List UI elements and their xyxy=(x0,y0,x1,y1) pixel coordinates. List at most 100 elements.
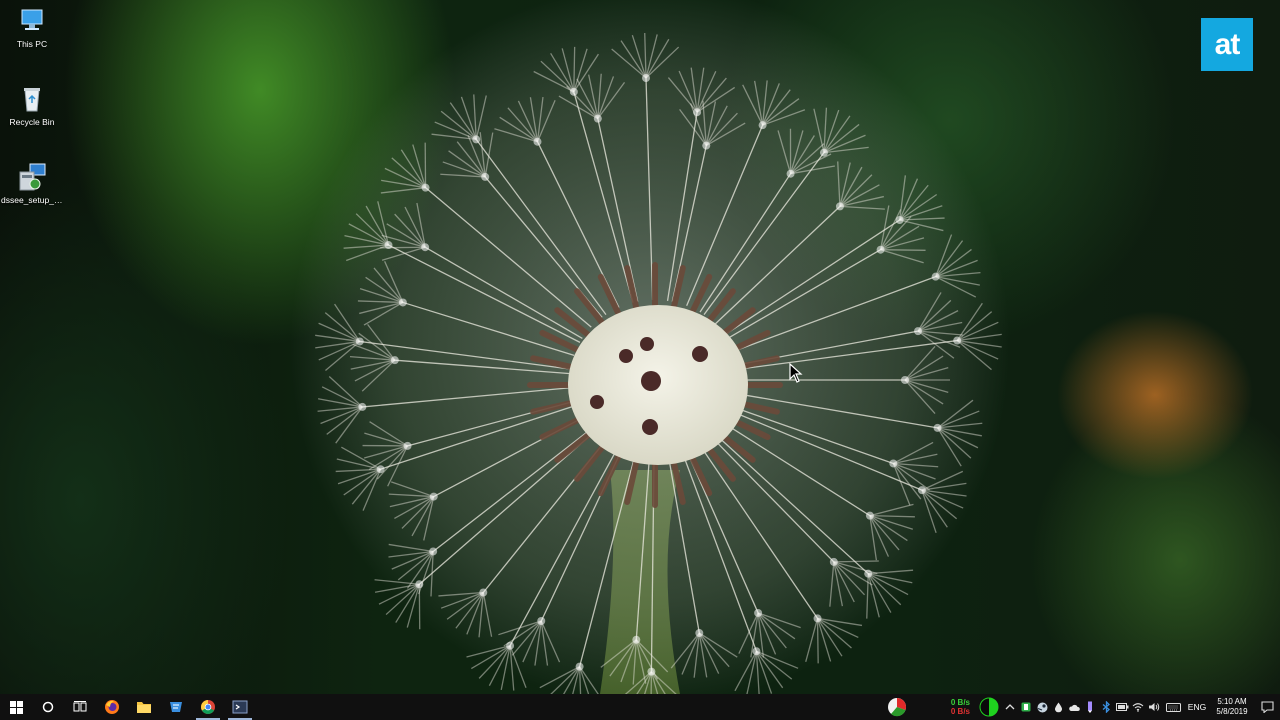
input-language[interactable]: ENG xyxy=(1184,702,1210,712)
tray-app-green[interactable] xyxy=(1018,694,1034,720)
desktop-icon-installer[interactable]: dssee_setup_x6... xyxy=(0,162,64,206)
dandelion-pappus-tuft xyxy=(758,121,767,130)
desktop-icon-label: dssee_setup_x6... xyxy=(1,195,64,205)
stylus-icon xyxy=(1088,701,1092,713)
desktop-icon-this-pc[interactable]: This PC xyxy=(0,6,64,50)
dandelion-pappus-tuft xyxy=(632,635,641,644)
dandelion-pappus-tuft xyxy=(421,183,430,192)
task-view-button[interactable] xyxy=(64,694,96,720)
blue-app-icon xyxy=(170,702,182,712)
taskbar: 0 B/s 0 B/s ENG 5:10 AM 5/8/2019 xyxy=(0,694,1280,720)
tray-cloud[interactable] xyxy=(1066,694,1082,720)
installer-icon xyxy=(17,162,47,192)
taskbar-app-terminal[interactable] xyxy=(224,694,256,720)
dandelion-pappus-tuft xyxy=(472,135,481,144)
brand-logo: at xyxy=(1201,18,1253,71)
start-button[interactable] xyxy=(0,694,32,720)
dandelion-pappus-tuft xyxy=(569,87,578,96)
dandelion-pappus-tuft xyxy=(575,662,584,671)
tray-drop[interactable] xyxy=(1050,694,1066,720)
taskbar-app-firefox[interactable] xyxy=(96,694,128,720)
tray-battery[interactable] xyxy=(1114,694,1130,720)
wifi-icon xyxy=(1132,703,1144,712)
dandelion-pappus-tuft xyxy=(889,459,898,468)
tray-bluetooth[interactable] xyxy=(1098,694,1114,720)
dandelion-pappus-tuft xyxy=(384,241,393,250)
system-tray: 0 B/s 0 B/s ENG 5:10 AM 5/8/2019 xyxy=(882,694,1280,720)
dandelion-pappus-filament xyxy=(573,46,576,92)
keyboard-icon xyxy=(1165,702,1181,712)
dandelion-pappus-tuft xyxy=(914,327,923,336)
taskbar-app-blue[interactable] xyxy=(160,694,192,720)
dandelion-pappus-tuft xyxy=(933,423,942,432)
dandelion-pappus-tuft xyxy=(813,614,822,623)
dandelion-pappus-tuft xyxy=(693,108,702,117)
dandelion-pappus-tuft xyxy=(953,336,962,345)
windows-logo-icon xyxy=(9,700,23,714)
mouse-cursor-icon xyxy=(789,363,803,383)
dandelion-pappus-tuft xyxy=(358,402,367,411)
dandelion-pappus-tuft xyxy=(752,647,761,656)
firefox-icon xyxy=(105,700,119,714)
dandelion-pappus-filament xyxy=(880,249,926,251)
dandelion-pappus-tuft xyxy=(819,148,828,157)
memory-monitor-tray[interactable] xyxy=(976,694,1002,720)
folder-icon xyxy=(137,702,151,713)
green-app-icon xyxy=(1021,702,1031,712)
dandelion-pappus-tuft xyxy=(901,376,909,384)
dandelion-pappus-tuft xyxy=(829,557,838,566)
dandelion-pappus-tuft xyxy=(642,74,651,83)
dandelion-pappus-tuft xyxy=(917,486,926,495)
clock-date: 5/8/2019 xyxy=(1216,707,1248,716)
chrome-icon xyxy=(201,700,215,714)
tray-touch-keyboard[interactable] xyxy=(1162,694,1184,720)
dandelion-wallpaper-image xyxy=(290,0,1010,694)
pie-gauge-icon xyxy=(888,698,907,717)
dandelion-pappus-tuft xyxy=(865,511,874,520)
desktop-icon-label: Recycle Bin xyxy=(9,117,55,127)
notification-icon xyxy=(1260,701,1274,713)
bluetooth-icon xyxy=(1102,701,1110,713)
chevron-up-icon xyxy=(1005,704,1015,710)
taskbar-app-file-explorer[interactable] xyxy=(128,694,160,720)
taskbar-app-chrome[interactable] xyxy=(192,694,224,720)
tray-wifi[interactable] xyxy=(1130,694,1146,720)
terminal-icon xyxy=(232,700,248,714)
dandelion-pappus-tuft xyxy=(537,616,546,625)
cortana-circle-icon xyxy=(42,701,54,713)
dandelion-pappus-tuft xyxy=(754,608,763,617)
download-speed: 0 B/s xyxy=(950,707,970,716)
droplet-icon xyxy=(1054,702,1062,712)
tray-pen[interactable] xyxy=(1082,694,1098,720)
clock-time: 5:10 AM xyxy=(1217,697,1247,706)
action-center-button[interactable] xyxy=(1254,694,1280,720)
steam-icon xyxy=(1037,702,1047,712)
dandelion-pappus-tuft xyxy=(593,114,602,123)
show-hidden-icons-button[interactable] xyxy=(1002,694,1018,720)
dandelion-pappus-tuft xyxy=(421,243,430,252)
dandelion-pappus-tuft xyxy=(864,569,873,578)
dandelion-pappus-filament xyxy=(816,618,819,664)
dandelion-pappus-tuft xyxy=(835,202,844,211)
cpu-monitor-tray[interactable] xyxy=(882,694,912,720)
recycle-bin-icon xyxy=(17,84,47,114)
tray-volume[interactable] xyxy=(1146,694,1162,720)
dandelion-pappus-tuft xyxy=(695,629,704,638)
dandelion-pappus-tuft xyxy=(403,441,412,450)
dandelion-pappus-tuft xyxy=(876,245,885,254)
dandelion-pappus-tuft xyxy=(429,547,438,556)
desktop-icon-recycle-bin[interactable]: Recycle Bin xyxy=(0,84,64,128)
battery-icon xyxy=(1115,703,1128,711)
cloud-icon xyxy=(1069,704,1080,711)
dandelion-pappus-tuft xyxy=(931,272,940,281)
search-button[interactable] xyxy=(32,694,64,720)
network-speed-monitor[interactable]: 0 B/s 0 B/s xyxy=(922,698,970,716)
dandelion-pappus-filament xyxy=(833,560,879,563)
dandelion-pappus-tuft xyxy=(647,667,656,676)
upload-speed: 0 B/s xyxy=(950,698,970,707)
tray-steam[interactable] xyxy=(1034,694,1050,720)
taskbar-clock[interactable]: 5:10 AM 5/8/2019 xyxy=(1210,697,1254,717)
dandelion-pappus-tuft xyxy=(533,137,542,146)
dandelion-pappus-tuft xyxy=(506,641,515,650)
desktop-icon-label: This PC xyxy=(16,39,48,49)
